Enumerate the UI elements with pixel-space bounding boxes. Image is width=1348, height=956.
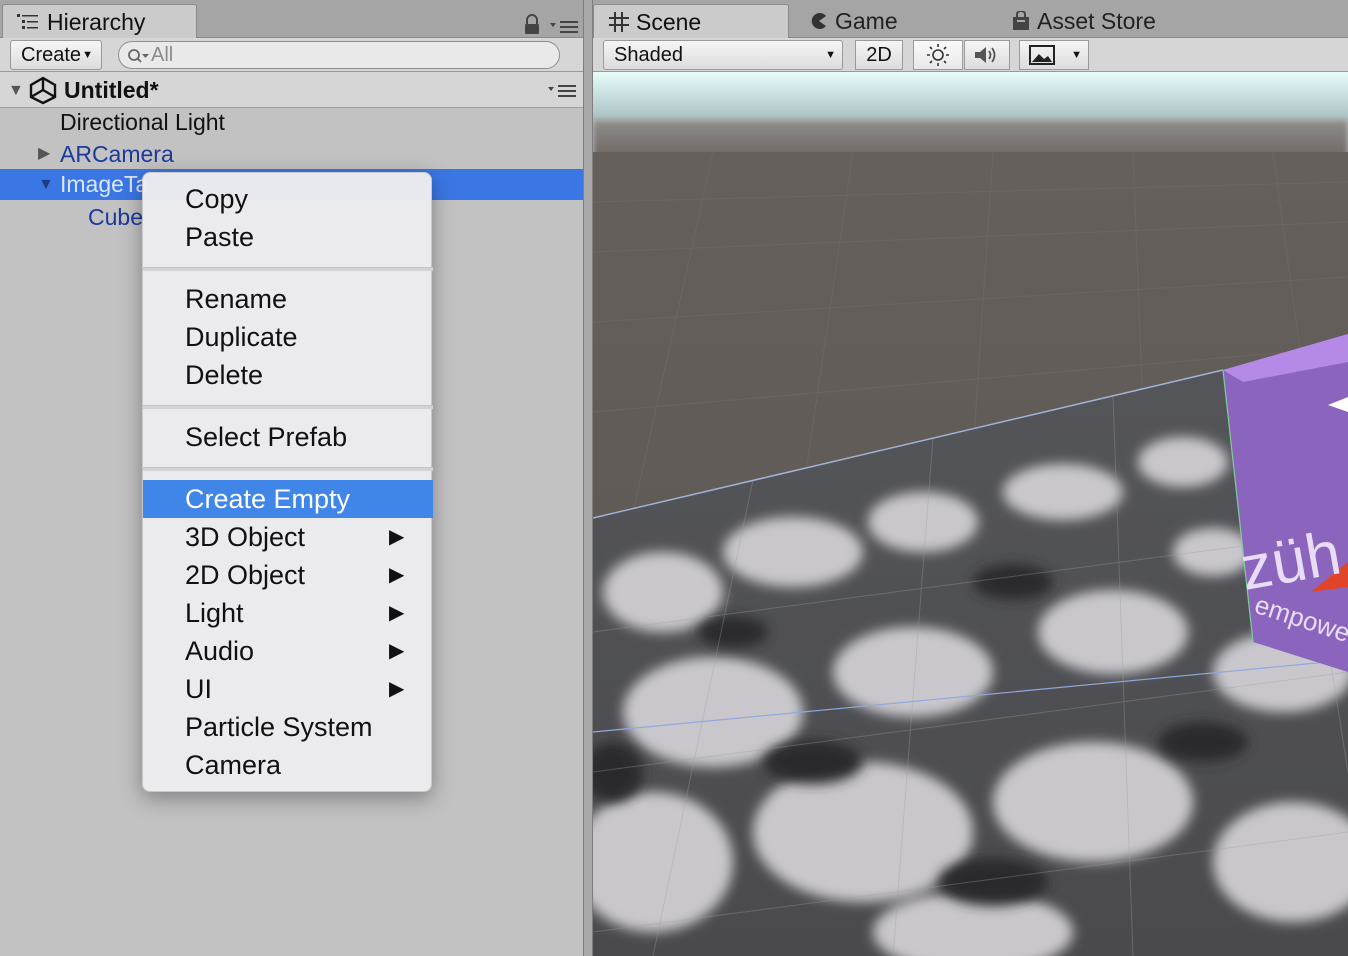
- scene-panel: Scene Game Asset Store Shaded ▼ 2D ▼ züh…: [593, 0, 1348, 956]
- menu-item-light[interactable]: Light ▶: [143, 594, 433, 632]
- hierarchy-row-label: ImageTa: [60, 171, 149, 197]
- panel-menu-icon[interactable]: [548, 18, 580, 34]
- menu-item-label: Copy: [185, 184, 249, 214]
- submenu-arrow-icon: ▶: [389, 678, 405, 700]
- dropdown-arrow-icon: ▼: [825, 49, 836, 61]
- dropdown-arrow-icon[interactable]: ▼: [1071, 41, 1082, 69]
- submenu-arrow-icon: ▶: [389, 564, 405, 586]
- menu-item-label: 3D Object: [185, 522, 306, 552]
- menu-item-label: Duplicate: [185, 322, 298, 352]
- scene-tab-bar: Scene Game Asset Store: [593, 0, 1348, 38]
- toggle-2d-label: 2D: [866, 44, 892, 66]
- hierarchy-row-label: ARCamera: [60, 141, 174, 167]
- create-label: Create: [21, 44, 82, 66]
- menu-item-label: 2D Object: [185, 560, 306, 590]
- menu-separator: [143, 405, 433, 409]
- menu-item-paste[interactable]: Paste: [143, 218, 433, 256]
- hierarchy-tab-label: Hierarchy: [47, 9, 146, 35]
- tab-hierarchy[interactable]: Hierarchy: [2, 4, 197, 38]
- menu-item-label: Paste: [185, 222, 255, 252]
- menu-item-camera[interactable]: Camera: [143, 746, 433, 784]
- submenu-arrow-icon: ▶: [389, 640, 405, 662]
- scene-toolbar: Shaded ▼ 2D ▼: [593, 38, 1348, 72]
- image-effects-icon: [1029, 45, 1055, 65]
- menu-item-label: UI: [185, 674, 212, 704]
- menu-separator: [143, 267, 433, 271]
- pacman-icon: [811, 13, 826, 29]
- tab-asset-store[interactable]: Asset Store: [1011, 4, 1156, 38]
- hierarchy-row-label: Directional Light: [60, 109, 225, 135]
- hierarchy-row-arcamera[interactable]: ▶ ARCamera: [0, 138, 583, 170]
- scene-lighting-toggle[interactable]: [913, 40, 963, 70]
- unity-logo-icon: [29, 76, 57, 105]
- menu-item-select-prefab[interactable]: Select Prefab: [143, 418, 433, 456]
- menu-item-label: Rename: [185, 284, 288, 314]
- tab-game-label: Game: [835, 8, 898, 34]
- grid-hash-icon: [609, 12, 629, 32]
- toggle-2d-button[interactable]: 2D: [855, 40, 903, 70]
- shading-mode-label: Shaded: [614, 44, 683, 66]
- menu-item-label: Particle System: [185, 712, 373, 742]
- search-field[interactable]: [118, 41, 560, 69]
- scene-audio-toggle[interactable]: [964, 40, 1010, 70]
- menu-item-label: Light: [185, 598, 244, 628]
- scene-effects-toggle[interactable]: ▼: [1019, 40, 1089, 70]
- tab-scene-label: Scene: [636, 9, 702, 35]
- menu-item-label: Create Empty: [185, 484, 351, 514]
- menu-item-duplicate[interactable]: Duplicate: [143, 318, 433, 356]
- menu-item-create-empty[interactable]: Create Empty: [143, 480, 433, 518]
- hierarchy-row-directional-light[interactable]: Directional Light: [0, 106, 583, 138]
- speaker-icon: [975, 47, 996, 63]
- scene-viewport[interactable]: züh empoweri: [593, 72, 1348, 956]
- submenu-arrow-icon: ▶: [389, 602, 405, 624]
- tab-game[interactable]: Game: [809, 4, 898, 38]
- dropdown-arrow-icon: ▼: [82, 49, 93, 61]
- hierarchy-tab-bar: Hierarchy: [0, 0, 586, 38]
- lock-icon[interactable]: [522, 14, 542, 36]
- scene-menu-icon[interactable]: [546, 82, 578, 98]
- collapse-triangle-icon[interactable]: ▼: [38, 169, 54, 201]
- hierarchy-row-label: Cube: [88, 204, 143, 230]
- menu-item-delete[interactable]: Delete: [143, 356, 433, 394]
- create-dropdown-button[interactable]: Create ▼: [10, 40, 102, 70]
- sun-icon: [927, 44, 949, 66]
- expand-triangle-icon[interactable]: ▶: [38, 138, 50, 170]
- menu-item-copy[interactable]: Copy: [143, 180, 433, 218]
- tab-scene[interactable]: Scene: [593, 4, 789, 38]
- panel-splitter[interactable]: [583, 0, 593, 956]
- scene-name: Untitled*: [64, 77, 159, 103]
- shopping-bag-icon: [1013, 11, 1029, 30]
- shading-mode-dropdown[interactable]: Shaded ▼: [603, 40, 843, 70]
- menu-item-ui[interactable]: UI ▶: [143, 670, 433, 708]
- hierarchy-list-icon: [17, 14, 38, 29]
- menu-item-rename[interactable]: Rename: [143, 280, 433, 318]
- menu-item-label: Select Prefab: [185, 422, 348, 452]
- collapse-triangle-icon[interactable]: ▼: [8, 82, 24, 100]
- menu-separator: [143, 467, 433, 471]
- submenu-arrow-icon: ▶: [389, 526, 405, 548]
- menu-item-label: Camera: [185, 750, 282, 780]
- menu-item-label: Delete: [185, 360, 264, 390]
- menu-item-audio[interactable]: Audio ▶: [143, 632, 433, 670]
- menu-item-particle-system[interactable]: Particle System: [143, 708, 433, 746]
- hierarchy-toolbar: Create ▼: [0, 38, 586, 72]
- scene-view-render[interactable]: züh empoweri: [593, 72, 1348, 956]
- context-menu: Copy Paste Rename Duplicate Delete Selec…: [142, 172, 433, 792]
- search-input[interactable]: [151, 42, 541, 68]
- tab-asset-store-label: Asset Store: [1037, 8, 1156, 34]
- search-icon: [128, 49, 149, 63]
- menu-item-2d-object[interactable]: 2D Object ▶: [143, 556, 433, 594]
- scene-root-row[interactable]: ▼ Untitled*: [0, 72, 586, 108]
- menu-item-3d-object[interactable]: 3D Object ▶: [143, 518, 433, 556]
- menu-item-label: Audio: [185, 636, 255, 666]
